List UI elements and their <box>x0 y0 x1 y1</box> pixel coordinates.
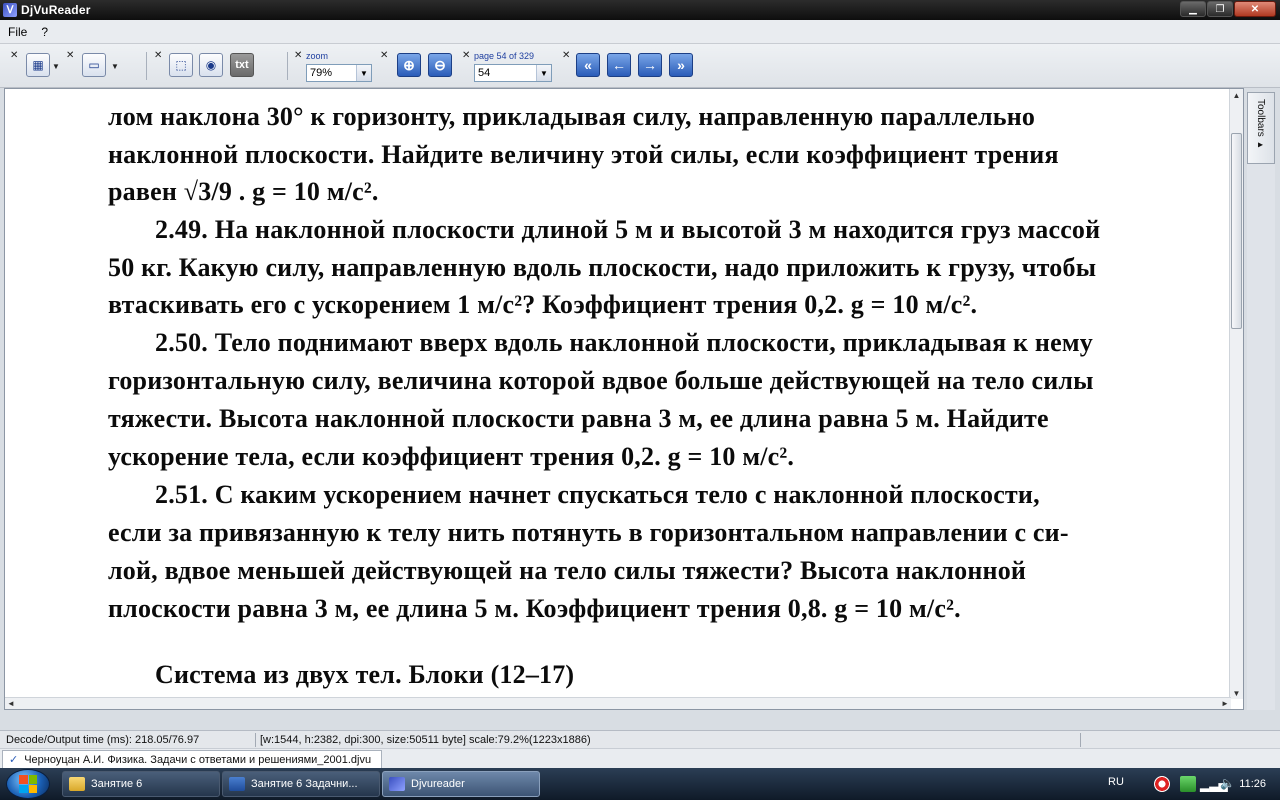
taskbar-item-folder[interactable]: Занятие 6 <box>62 771 220 797</box>
chevron-down-icon[interactable]: ▼ <box>536 65 551 81</box>
last-page-button[interactable]: » <box>669 53 693 77</box>
text-line: 2.51. С каким ускорением начнет спускать… <box>155 480 1040 509</box>
volume-icon[interactable]: 🔈 <box>1220 776 1236 792</box>
menu-file[interactable]: File <box>0 25 33 39</box>
check-icon: ✓ <box>9 754 19 766</box>
window-title: DjVuReader <box>21 3 91 17</box>
close-icon[interactable]: ✕ <box>154 50 162 61</box>
page-value: 54 <box>478 67 491 79</box>
start-button[interactable] <box>6 769 50 799</box>
close-icon[interactable]: ✕ <box>294 50 302 61</box>
layout-icon[interactable]: ▦ <box>26 53 50 77</box>
close-icon[interactable]: ✕ <box>10 50 18 61</box>
status-info: [w:1544, h:2382, dpi:300, size:50511 byt… <box>260 734 591 746</box>
maximize-button[interactable]: ❐ <box>1207 1 1233 17</box>
text-line: 50 кг. Какую силу, направленную вдоль пл… <box>108 253 1097 282</box>
status-timing: Decode/Output time (ms): 218.05/76.97 <box>6 734 200 746</box>
text-line: равен √3/9 . g = 10 м/с². <box>108 177 379 206</box>
document-tab-label: Черноуцан А.И. Физика. Задачи с ответами… <box>24 753 372 766</box>
folder-icon <box>69 777 85 791</box>
scroll-left-icon[interactable]: ◄ <box>5 698 17 709</box>
text-line: горизонтальную силу, величина которой вд… <box>108 366 1094 395</box>
status-bar: Decode/Output time (ms): 218.05/76.97 [w… <box>0 730 1280 748</box>
text-line: 2.49. На наклонной плоскости длиной 5 м … <box>155 215 1101 244</box>
document-tab[interactable]: ✓ Черноуцан А.И. Физика. Задачи с ответа… <box>2 750 382 768</box>
zoom-value: 79% <box>310 67 333 79</box>
opera-icon[interactable] <box>1154 776 1170 792</box>
clock[interactable]: 11:26 <box>1239 778 1266 790</box>
taskbar-item-djvureader[interactable]: Djvureader <box>382 771 540 797</box>
next-page-button[interactable]: → <box>638 53 662 77</box>
text-line: лой, вдвое меньшей действующей на тело с… <box>108 556 1027 585</box>
toolbars-tab[interactable]: Toolbars ▸ <box>1247 92 1275 164</box>
text-view-button[interactable]: txt <box>230 53 254 77</box>
document-page: лом наклона 30° к горизонту, прикладывая… <box>5 89 1233 701</box>
close-icon[interactable]: ✕ <box>66 50 74 61</box>
menu-bar: File ? <box>0 20 1280 44</box>
window-controls: ▁ ❐ ✕ <box>1179 1 1276 17</box>
zoom-select[interactable]: 79% ▼ <box>306 64 372 82</box>
zoom-out-button[interactable]: ⊖ <box>428 53 452 77</box>
image-view-icon[interactable]: ◉ <box>199 53 223 77</box>
page-view-icon[interactable]: ▭ <box>82 53 106 77</box>
text-line: втаскивать его с ускорением 1 м/с²? Коэф… <box>108 290 978 319</box>
taskbar-item-label: Занятие 6 <box>91 778 143 790</box>
text-line: лом наклона 30° к горизонту, прикладывая… <box>108 102 1036 131</box>
close-icon[interactable]: ✕ <box>380 50 388 61</box>
side-panel <box>1247 164 1275 710</box>
menu-help[interactable]: ? <box>33 25 54 39</box>
section-heading: Система из двух тел. Блоки (12–17) <box>155 660 575 689</box>
prev-page-button[interactable]: ← <box>607 53 631 77</box>
toolbars-tab-label: Toolbars ▸ <box>1255 99 1266 151</box>
document-view[interactable]: лом наклона 30° к горизонту, прикладывая… <box>4 88 1244 710</box>
taskbar-item-label: Занятие 6 Задачни... <box>251 778 358 790</box>
first-page-button[interactable]: « <box>576 53 600 77</box>
taskbar: Занятие 6 Занятие 6 Задачни... Djvureade… <box>0 768 1280 800</box>
djvureader-icon <box>389 777 405 791</box>
page-count-label: page 54 of 329 <box>474 51 535 61</box>
close-icon[interactable]: ✕ <box>562 50 570 61</box>
close-icon[interactable]: ✕ <box>462 50 470 61</box>
document-tab-strip: ✓ Черноуцан А.И. Физика. Задачи с ответа… <box>0 748 1280 768</box>
title-bar: Ⅴ DjVuReader ▁ ❐ ✕ <box>0 0 1280 20</box>
zoom-in-button[interactable]: ⊕ <box>397 53 421 77</box>
text-line: тяжести. Высота наклонной плоскости равн… <box>108 404 1049 433</box>
word-document-icon <box>229 777 245 791</box>
page-select[interactable]: 54 ▼ <box>474 64 552 82</box>
scroll-up-icon[interactable]: ▲ <box>1230 89 1243 101</box>
windows-logo-icon <box>19 775 37 793</box>
text-line: если за привязанную к телу нить потянуть… <box>108 518 1069 547</box>
chevron-down-icon[interactable]: ▼ <box>356 65 371 81</box>
scroll-thumb[interactable] <box>1231 133 1242 329</box>
close-button[interactable]: ✕ <box>1234 1 1276 17</box>
text-line: плоскости равна 3 м, ее длина 5 м. Коэфф… <box>108 594 961 623</box>
horizontal-scrollbar[interactable]: ◄ ► <box>5 697 1231 709</box>
text-line: ускорение тела, если коэффициент трения … <box>108 442 795 471</box>
scroll-right-icon[interactable]: ► <box>1219 698 1231 709</box>
network-icon[interactable] <box>1180 776 1196 792</box>
chevron-down-icon[interactable]: ▼ <box>111 62 119 71</box>
scroll-down-icon[interactable]: ▼ <box>1230 687 1243 699</box>
vertical-scrollbar[interactable]: ▲ ▼ <box>1229 89 1243 699</box>
chevron-down-icon[interactable]: ▼ <box>52 62 60 71</box>
language-indicator[interactable]: RU <box>1108 776 1124 788</box>
text-line: наклонной плоскости. Найдите величину эт… <box>108 140 1059 169</box>
zoom-label: zoom <box>306 51 329 61</box>
select-region-icon[interactable]: ⬚ <box>169 53 193 77</box>
app-icon: Ⅴ <box>3 3 17 17</box>
signal-icon[interactable]: ▂▃▅ <box>1200 776 1228 792</box>
taskbar-item-document[interactable]: Занятие 6 Задачни... <box>222 771 380 797</box>
taskbar-item-label: Djvureader <box>411 778 465 790</box>
text-line: 2.50. Тело поднимают вверх вдоль наклонн… <box>155 328 1093 357</box>
minimize-button[interactable]: ▁ <box>1180 1 1206 17</box>
toolbar: ✕ ▦ ▼ ✕ ▭ ▼ ✕ ⬚ ◉ txt ✕ zoom 79% ▼ ✕ ⊕ ⊖… <box>0 44 1280 88</box>
